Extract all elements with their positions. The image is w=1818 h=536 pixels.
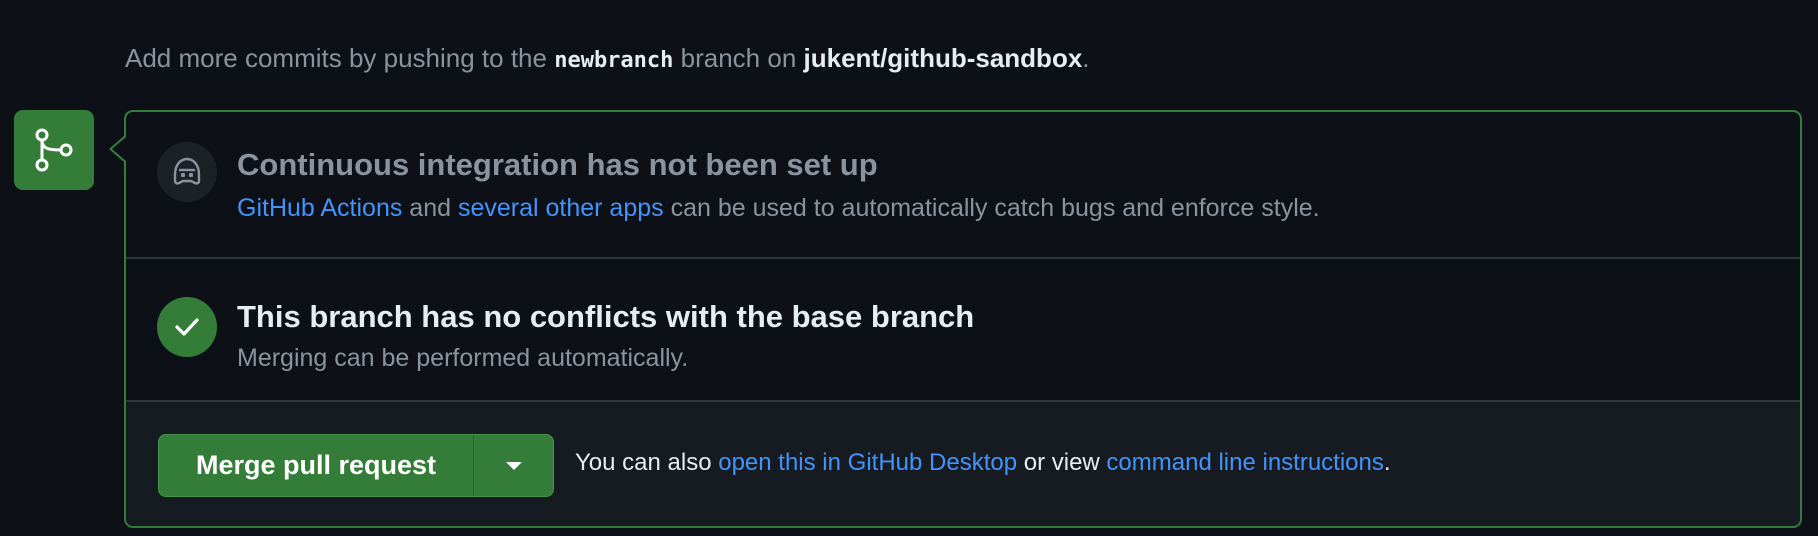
triangle-down-icon — [505, 461, 522, 470]
push-hint: Add more commits by pushing to the newbr… — [125, 40, 1090, 79]
ci-rest: can be used to automatically catch bugs … — [663, 194, 1320, 222]
branch-name: newbranch — [554, 48, 674, 73]
conflicts-title: This branch has no conflicts with the ba… — [237, 299, 975, 334]
note-suffix: . — [1383, 449, 1391, 476]
other-apps-link[interactable]: several other apps — [458, 194, 664, 222]
ci-title: Continuous integration has not been set … — [237, 147, 878, 182]
conflicts-section: This branch has no conflicts with the ba… — [126, 259, 1800, 402]
check-icon — [157, 297, 217, 357]
merge-button-group: Merge pull request — [158, 434, 554, 497]
git-merge-icon — [14, 110, 94, 190]
hint-suffix: . — [1082, 43, 1090, 73]
hint-middle: branch on — [673, 43, 804, 73]
panel-pointer-fill — [112, 137, 126, 161]
merge-method-dropdown[interactable] — [474, 435, 553, 496]
hint-prefix: Add more commits by pushing to the — [125, 43, 555, 73]
repo-link[interactable]: jukent/github-sandbox — [804, 43, 1083, 73]
note-middle: or view — [1017, 449, 1107, 476]
note-prefix: You can also — [575, 449, 719, 476]
merge-status-panel: Continuous integration has not been set … — [124, 110, 1802, 528]
ci-section: Continuous integration has not been set … — [126, 112, 1800, 259]
copilot-robot-icon — [157, 142, 217, 202]
merge-note: You can also open this in GitHub Desktop… — [575, 449, 1391, 477]
merge-pull-request-button[interactable]: Merge pull request — [159, 435, 474, 496]
command-line-instructions-link[interactable]: command line instructions — [1106, 449, 1383, 476]
merge-section: Merge pull request You can also open thi… — [126, 402, 1800, 526]
ci-and: and — [402, 194, 458, 222]
github-desktop-link[interactable]: open this in GitHub Desktop — [718, 449, 1017, 476]
ci-description: GitHub Actions and several other apps ca… — [237, 194, 1320, 223]
conflicts-description: Merging can be performed automatically. — [237, 344, 689, 372]
github-actions-link[interactable]: GitHub Actions — [237, 194, 402, 222]
